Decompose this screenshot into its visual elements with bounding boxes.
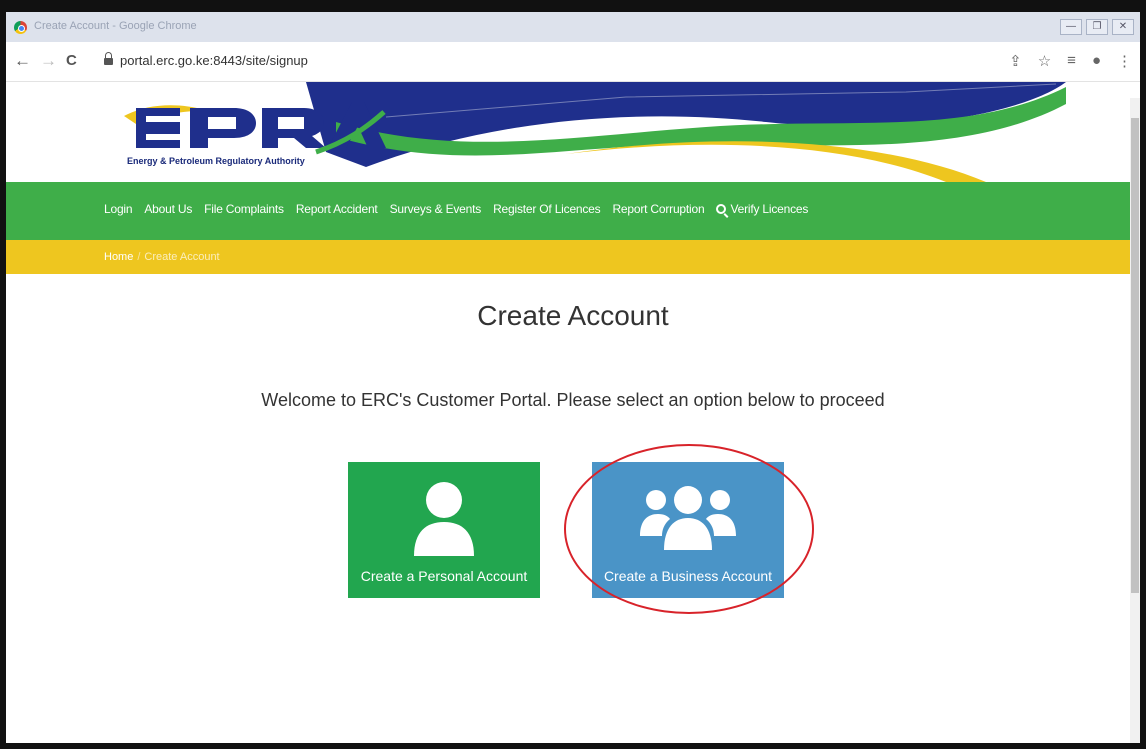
main-navigation: Login About Us File Complaints Report Ac…	[6, 182, 1140, 240]
nav-menu: Login About Us File Complaints Report Ac…	[104, 202, 820, 216]
chrome-icon	[14, 21, 27, 34]
window-title: Create Account - Google Chrome	[34, 20, 197, 32]
personal-account-label: Create a Personal Account	[360, 568, 528, 584]
menu-dots-icon[interactable]: ⋮	[1117, 52, 1132, 70]
lock-icon[interactable]	[104, 52, 113, 66]
profile-avatar-icon[interactable]: ●	[1092, 52, 1101, 70]
search-icon	[716, 204, 727, 214]
nav-report-accident[interactable]: Report Accident	[296, 202, 378, 216]
minimize-button[interactable]: —	[1060, 19, 1082, 35]
site-header: Energy & Petroleum Regulatory Authority	[6, 82, 1140, 182]
welcome-message: Welcome to ERC's Customer Portal. Please…	[261, 390, 885, 410]
create-business-account-button[interactable]: Create a Business Account	[592, 462, 784, 598]
share-icon[interactable]: ⇪	[1009, 52, 1022, 70]
back-button[interactable]: ←	[14, 52, 31, 70]
browser-window: Create Account - Google Chrome — ❐ ✕ ← →…	[0, 0, 1146, 749]
breadcrumb-separator: /	[137, 251, 141, 263]
bookmark-star-icon[interactable]: ☆	[1038, 52, 1051, 70]
nav-login[interactable]: Login	[104, 202, 133, 216]
forward-button[interactable]: →	[40, 52, 57, 70]
page-title: Create Account	[477, 300, 669, 331]
breadcrumb: Home / Create Account	[104, 251, 220, 263]
breadcrumb-home[interactable]: Home	[104, 251, 133, 263]
business-account-label: Create a Business Account	[603, 568, 773, 584]
nav-file-complaints[interactable]: File Complaints	[204, 202, 284, 216]
address-bar[interactable]: portal.erc.go.ke:8443/site/signup	[98, 49, 1028, 73]
close-window-button[interactable]: ✕	[1112, 19, 1134, 35]
scrollbar-thumb[interactable]	[1131, 118, 1139, 593]
toolbar-actions: ⇪ ☆ ≡ ● ⋮	[1009, 52, 1132, 70]
nav-surveys-events[interactable]: Surveys & Events	[390, 202, 482, 216]
create-personal-account-button[interactable]: Create a Personal Account	[348, 462, 540, 598]
person-icon	[414, 482, 474, 556]
nav-verify-licences[interactable]: Verify Licences	[716, 202, 808, 216]
verify-licences-label: Verify Licences	[730, 202, 809, 216]
logo-tagline: Energy & Petroleum Regulatory Authority	[127, 156, 305, 166]
page-scrollbar[interactable]	[1130, 98, 1140, 743]
breadcrumb-bar: Home / Create Account	[6, 240, 1140, 274]
reading-list-icon[interactable]: ≡	[1067, 52, 1076, 70]
nav-about-us[interactable]: About Us	[144, 202, 192, 216]
users-group-icon	[640, 486, 736, 550]
reload-button[interactable]: C	[66, 52, 77, 70]
nav-register-of-licences[interactable]: Register Of Licences	[493, 202, 601, 216]
title-bar: Create Account - Google Chrome — ❐ ✕	[6, 12, 1140, 42]
restore-button[interactable]: ❐	[1086, 19, 1108, 35]
window-controls: — ❐ ✕	[1060, 19, 1134, 35]
url-text[interactable]: portal.erc.go.ke:8443/site/signup	[120, 53, 308, 68]
nav-report-corruption[interactable]: Report Corruption	[612, 202, 704, 216]
breadcrumb-current: Create Account	[144, 251, 220, 263]
browser-toolbar: ← → C portal.erc.go.ke:8443/site/signup …	[6, 42, 1140, 82]
